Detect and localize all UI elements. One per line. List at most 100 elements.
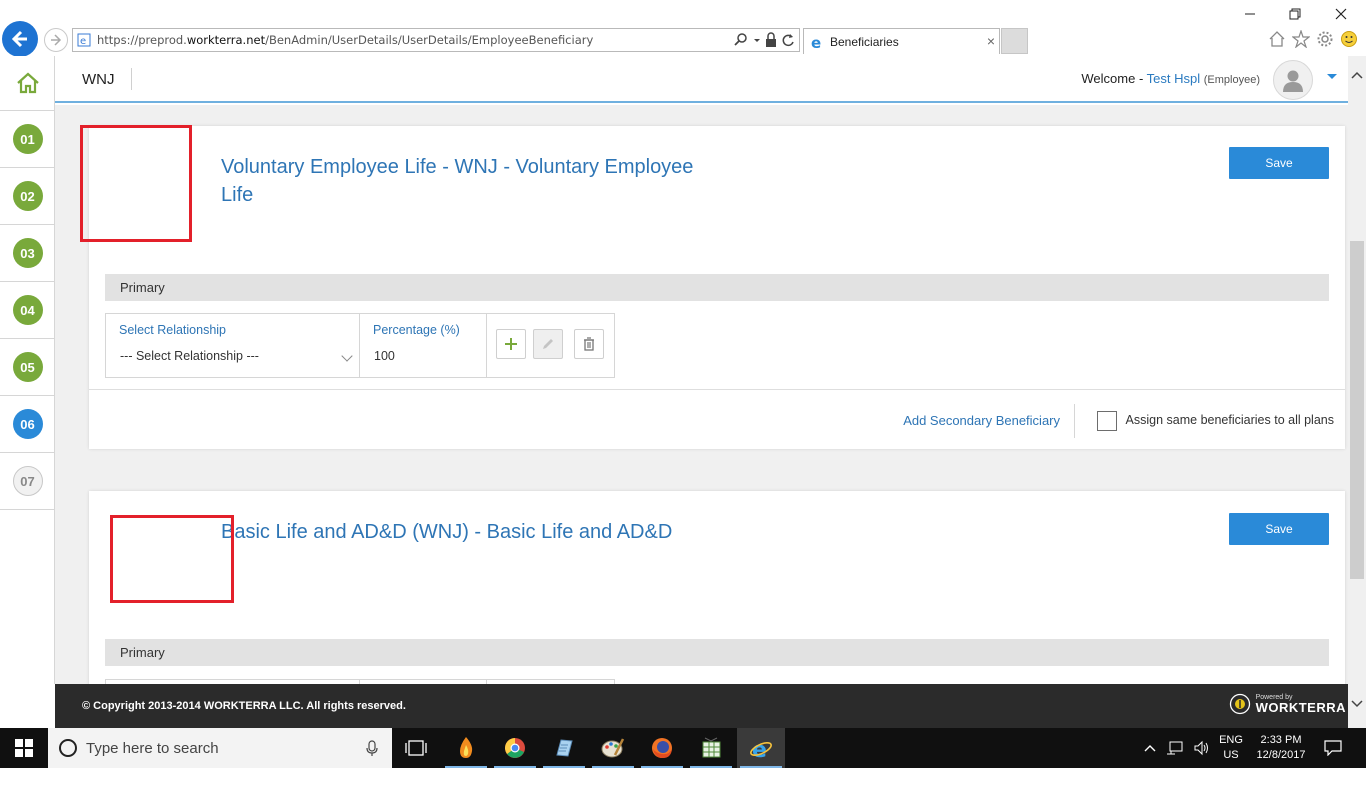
start-button[interactable]	[0, 728, 48, 768]
taskbar-app-notepad[interactable]	[540, 728, 588, 768]
volume-icon[interactable]	[1194, 740, 1210, 756]
taskbar-app-chrome[interactable]	[491, 728, 539, 768]
save-button[interactable]: Save	[1229, 513, 1329, 545]
percentage-value[interactable]: 100	[374, 349, 395, 363]
lang-bottom: US	[1223, 749, 1239, 761]
svg-text:e: e	[752, 738, 767, 760]
dropdown-icon[interactable]	[753, 32, 761, 48]
url-domain: workterra.net	[186, 33, 266, 47]
step-05[interactable]: 05	[0, 339, 55, 396]
firefox-icon	[652, 738, 672, 758]
welcome-prefix: Welcome -	[1081, 71, 1147, 86]
home-outline-icon[interactable]	[1268, 30, 1286, 48]
ie-tab-icon: e	[811, 34, 821, 50]
taskbar-app-flame[interactable]	[442, 728, 490, 768]
percentage-label: Percentage (%)	[373, 323, 460, 337]
windows-taskbar: Type here to search e ENG US 2:33 PM 12/…	[0, 728, 1366, 768]
browser-tab[interactable]: e Beneficiaries ×	[803, 28, 1000, 54]
gear-icon[interactable]	[1316, 30, 1334, 48]
search-placeholder: Type here to search	[86, 739, 219, 757]
step-number: 03	[12, 238, 43, 268]
app-header: WNJ Welcome - Test Hspl (Employee)	[55, 56, 1366, 103]
powered-by-logo: Powered by WORKTERRA	[1229, 693, 1346, 715]
star-icon[interactable]	[1292, 30, 1310, 48]
edit-beneficiary-button[interactable]	[533, 329, 563, 359]
plan-card: Basic Life and AD&D (WNJ) - Basic Life a…	[89, 491, 1345, 684]
user-icon	[1283, 70, 1303, 92]
welcome-text: Welcome - Test Hspl (Employee)	[1081, 71, 1260, 86]
user-name-link[interactable]: Test Hspl	[1147, 71, 1200, 86]
taskbar-search[interactable]: Type here to search	[48, 728, 392, 768]
home-button[interactable]	[0, 56, 55, 111]
taskbar-app-spreadsheet[interactable]	[687, 728, 735, 768]
task-view-button[interactable]	[392, 728, 440, 768]
workterra-logo-icon	[1229, 693, 1250, 715]
taskbar-app-firefox[interactable]	[638, 728, 686, 768]
network-icon[interactable]	[1166, 740, 1184, 756]
annotation-box	[80, 125, 192, 242]
avatar[interactable]	[1273, 60, 1313, 100]
step-06[interactable]: 06	[0, 396, 55, 453]
step-number: 06	[12, 409, 43, 439]
notification-button[interactable]	[1324, 728, 1342, 768]
beneficiaries-content: Voluntary Employee Life - WNJ - Voluntar…	[55, 105, 1348, 684]
new-tab-button[interactable]	[1001, 28, 1028, 54]
cortana-circle-icon	[59, 739, 77, 757]
add-secondary-beneficiary-link[interactable]: Add Secondary Beneficiary	[903, 413, 1060, 428]
step-04[interactable]: 04	[0, 282, 55, 339]
address-bar[interactable]: e https://preprod.workterra.net/BenAdmin…	[72, 28, 800, 52]
step-number: 05	[12, 352, 43, 382]
step-sidebar: 01 02 03 04 05 06 07	[0, 56, 55, 684]
screen-bottom-margin	[0, 768, 1366, 785]
percentage-field[interactable]: Percentage (%) 100	[360, 314, 487, 377]
lock-icon[interactable]	[765, 32, 777, 48]
plan-title: Basic Life and AD&D (WNJ) - Basic Life a…	[221, 521, 673, 543]
paint-icon	[601, 738, 625, 758]
scroll-up-icon[interactable]	[1351, 70, 1363, 80]
url-prefix: https://preprod.	[97, 33, 187, 47]
user-menu-caret-icon[interactable]	[1327, 74, 1337, 79]
minimize-icon[interactable]	[1240, 6, 1260, 22]
smiley-icon[interactable]	[1340, 30, 1358, 48]
add-beneficiary-button[interactable]	[496, 329, 526, 359]
step-number: 01	[12, 124, 43, 154]
taskbar-app-paint[interactable]	[589, 728, 637, 768]
chevron-up-icon[interactable]	[1144, 743, 1156, 753]
forward-button[interactable]	[44, 28, 68, 52]
plus-icon	[505, 338, 517, 350]
step-02[interactable]: 02	[0, 168, 55, 225]
brand-text: WORKTERRA	[1255, 700, 1346, 715]
taskbar-app-internet-explorer[interactable]: e	[737, 728, 785, 768]
close-window-icon[interactable]	[1331, 6, 1351, 22]
refresh-icon[interactable]	[781, 32, 795, 48]
page-scrollbar[interactable]	[1348, 56, 1366, 728]
step-03[interactable]: 03	[0, 225, 55, 282]
plan-title: Voluntary Employee Life - WNJ - Voluntar…	[221, 156, 694, 206]
step-07[interactable]: 07	[0, 453, 55, 510]
scroll-down-icon[interactable]	[1351, 699, 1363, 709]
search-icon[interactable]	[733, 32, 749, 48]
assign-all-checkbox[interactable]	[1097, 411, 1117, 431]
microphone-icon[interactable]	[366, 740, 378, 757]
ie-page-icon: e	[77, 33, 91, 47]
header-divider	[131, 68, 132, 90]
task-view-icon	[405, 740, 427, 756]
restore-icon[interactable]	[1285, 6, 1305, 22]
clock-time: 2:33 PM	[1260, 734, 1302, 746]
system-tray	[1144, 728, 1210, 768]
spreadsheet-icon	[702, 737, 721, 758]
chevron-down-icon	[341, 350, 353, 362]
back-button[interactable]	[2, 21, 38, 57]
tab-title: Beneficiaries	[830, 34, 899, 49]
close-tab-icon[interactable]: ×	[987, 33, 995, 49]
step-01[interactable]: 01	[0, 111, 55, 168]
notepad-icon	[556, 739, 573, 757]
delete-beneficiary-button[interactable]	[574, 329, 604, 359]
scroll-thumb[interactable]	[1350, 241, 1364, 579]
save-button[interactable]: Save	[1229, 147, 1329, 179]
annotation-box	[110, 515, 234, 603]
language-indicator[interactable]: ENG US	[1214, 733, 1248, 763]
relationship-select[interactable]: Select Relationship --- Select Relations…	[106, 314, 360, 377]
app-footer: © Copyright 2013-2014 WORKTERRA LLC. All…	[55, 684, 1348, 728]
taskbar-clock[interactable]: 2:33 PM 12/8/2017	[1254, 733, 1308, 763]
